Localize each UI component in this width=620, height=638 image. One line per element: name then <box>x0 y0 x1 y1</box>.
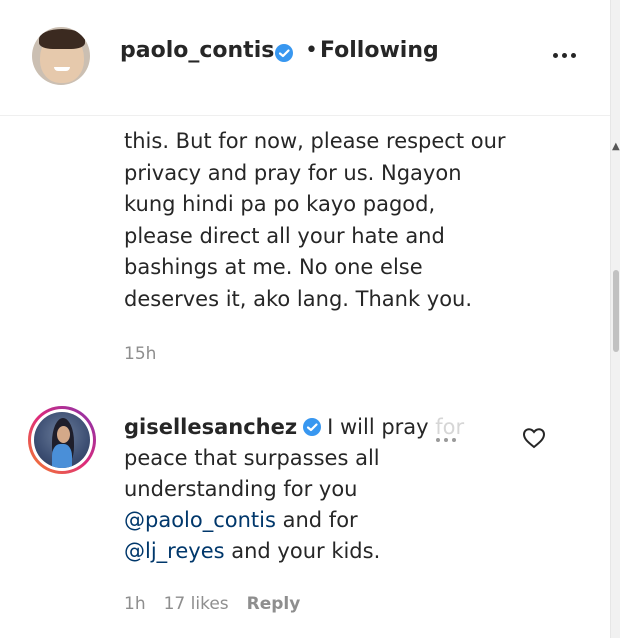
following-button[interactable]: Following <box>320 38 439 63</box>
mention-link[interactable]: @lj_reyes <box>124 539 225 563</box>
commenter-username[interactable]: gisellesanchez <box>124 415 297 439</box>
caption-line: this. But for now, please respect our <box>124 129 506 153</box>
post-header: paolo_contis • Following <box>0 0 610 116</box>
post-caption: this. But for now, please respect our pr… <box>124 126 564 315</box>
comment-text: and for <box>275 508 358 532</box>
comment-line-3: understanding for you <box>124 477 358 501</box>
avatar-smile <box>54 67 70 71</box>
caption-line: privacy and pray for us. Ngayon <box>124 160 462 185</box>
comment-text: and your kids. <box>224 539 381 563</box>
heart-icon[interactable] <box>522 427 546 449</box>
author-username[interactable]: paolo_contis <box>120 38 274 63</box>
avatar-hair <box>39 29 85 49</box>
comment-likes-count[interactable]: 17 likes <box>164 594 229 614</box>
verified-badge-icon <box>303 418 322 436</box>
verified-badge-icon <box>275 44 293 62</box>
scrollbar-thumb[interactable] <box>613 270 619 352</box>
more-options-icon[interactable] <box>553 45 583 65</box>
caption-line: deserves it, ako lang. Thank you. <box>124 286 473 311</box>
comment-line-5: @lj_reyes and your kids. <box>124 536 524 567</box>
comment-options-icon[interactable] <box>436 438 456 442</box>
comment-text: I will pray <box>327 415 429 439</box>
mention-link[interactable]: @paolo_contis <box>124 508 276 532</box>
dot <box>436 438 440 442</box>
scroll-up-arrow-icon[interactable]: ▲ <box>612 142 620 152</box>
comment-line-1: gisellesanchez I will pray for <box>124 412 524 443</box>
dot <box>562 52 567 58</box>
caption-line: please direct all your hate and <box>124 223 445 248</box>
comment-line-2: peace that surpasses all <box>124 446 380 470</box>
author-avatar[interactable] <box>32 27 90 85</box>
comment-line-4: @paolo_contis and for <box>124 505 524 536</box>
caption-timestamp[interactable]: 15h <box>124 344 156 364</box>
comment-meta: 1h 17 likes Reply <box>124 594 300 614</box>
comment-body: gisellesanchez I will pray for peace that… <box>124 412 524 567</box>
photo-face <box>57 426 70 443</box>
dot <box>571 52 576 58</box>
dot <box>444 438 448 442</box>
avatar-ring-inner <box>31 409 93 471</box>
separator-dot: • <box>305 38 318 63</box>
caption-line: kung hindi pa po kayo pagod, <box>124 192 436 216</box>
commenter-photo <box>34 412 90 468</box>
dot <box>452 438 456 442</box>
dot <box>553 52 558 58</box>
reply-button[interactable]: Reply <box>247 594 301 614</box>
comment-timestamp[interactable]: 1h <box>124 594 146 614</box>
photo-dress <box>52 444 72 468</box>
comment-text-faded: for <box>428 415 465 439</box>
caption-line: bashings at me. No one else <box>124 255 423 279</box>
scrollbar[interactable]: ▲ <box>610 0 620 638</box>
commenter-avatar[interactable] <box>28 406 96 474</box>
